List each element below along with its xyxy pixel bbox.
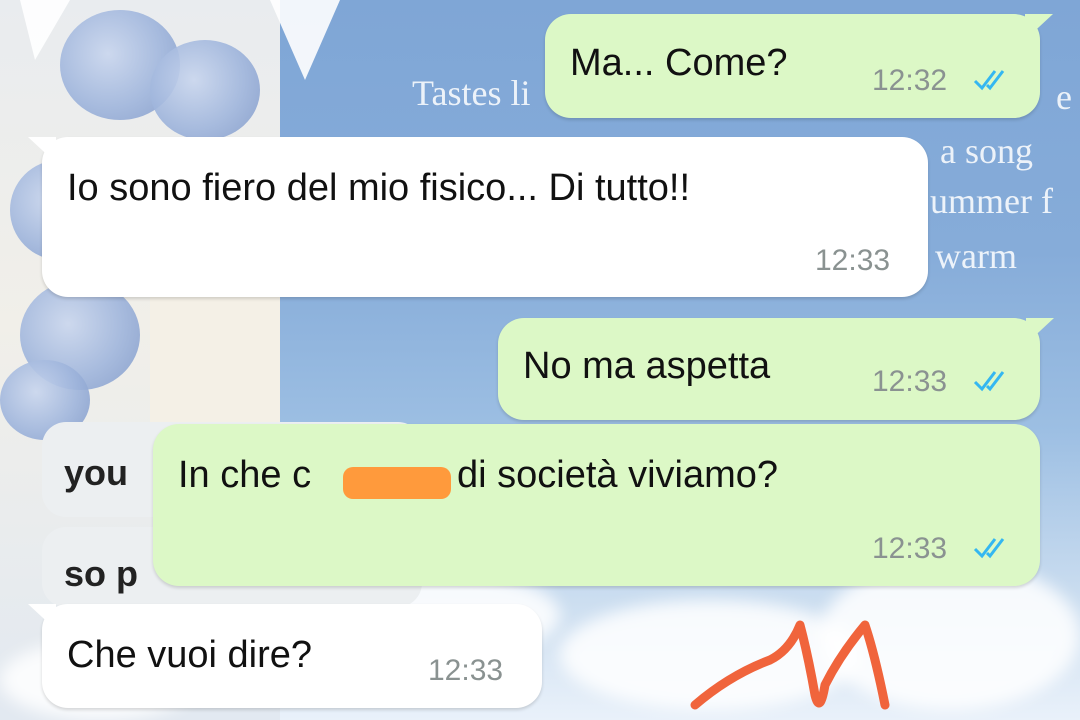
message-time: 12:32: [872, 64, 948, 97]
message-text-before-censor: In che c: [178, 454, 312, 496]
message-text: Che vuoi dire?: [67, 634, 313, 676]
double-check-icon: [973, 70, 1005, 91]
background-bubble-text: so p: [64, 553, 139, 594]
background-cream-patch: [150, 280, 280, 430]
bubble-tail: [1026, 318, 1054, 344]
message-text: Ma... Come?: [570, 42, 788, 84]
double-check-icon: [973, 371, 1005, 392]
message-bubble-outgoing[interactable]: Ma... Come? 12:32: [545, 14, 1053, 118]
message-text-after-censor: di società viviamo?: [457, 454, 779, 496]
background-text: ummer f: [930, 181, 1053, 221]
censor-mark: [343, 467, 451, 499]
background-text: Tastes li: [412, 73, 531, 113]
background-text: a song: [940, 131, 1033, 171]
message-bubble-outgoing[interactable]: In che c di società viviamo? 12:33: [153, 424, 1040, 586]
scribble-annotation: [690, 620, 890, 710]
double-check-icon: [973, 538, 1005, 559]
message-bubble-incoming[interactable]: Che vuoi dire? 12:33: [28, 604, 542, 708]
background-bubble-text: you: [64, 452, 129, 493]
paper-kite-decoration: [270, 0, 340, 80]
background-text: e: [1056, 77, 1072, 117]
message-time: 12:33: [428, 654, 504, 687]
message-time: 12:33: [872, 532, 948, 565]
background-text: warm: [935, 236, 1017, 276]
message-bubble-incoming[interactable]: Io sono fiero del mio fisico... Di tutto…: [28, 137, 928, 297]
message-time: 12:33: [815, 244, 891, 277]
message-time: 12:33: [872, 365, 948, 398]
message-bubble-outgoing[interactable]: No ma aspetta 12:33: [498, 318, 1054, 420]
bubble-tail: [1025, 14, 1053, 40]
message-text: Io sono fiero del mio fisico... Di tutto…: [67, 167, 691, 209]
flower-decoration: [150, 40, 260, 140]
message-text: No ma aspetta: [523, 345, 771, 387]
